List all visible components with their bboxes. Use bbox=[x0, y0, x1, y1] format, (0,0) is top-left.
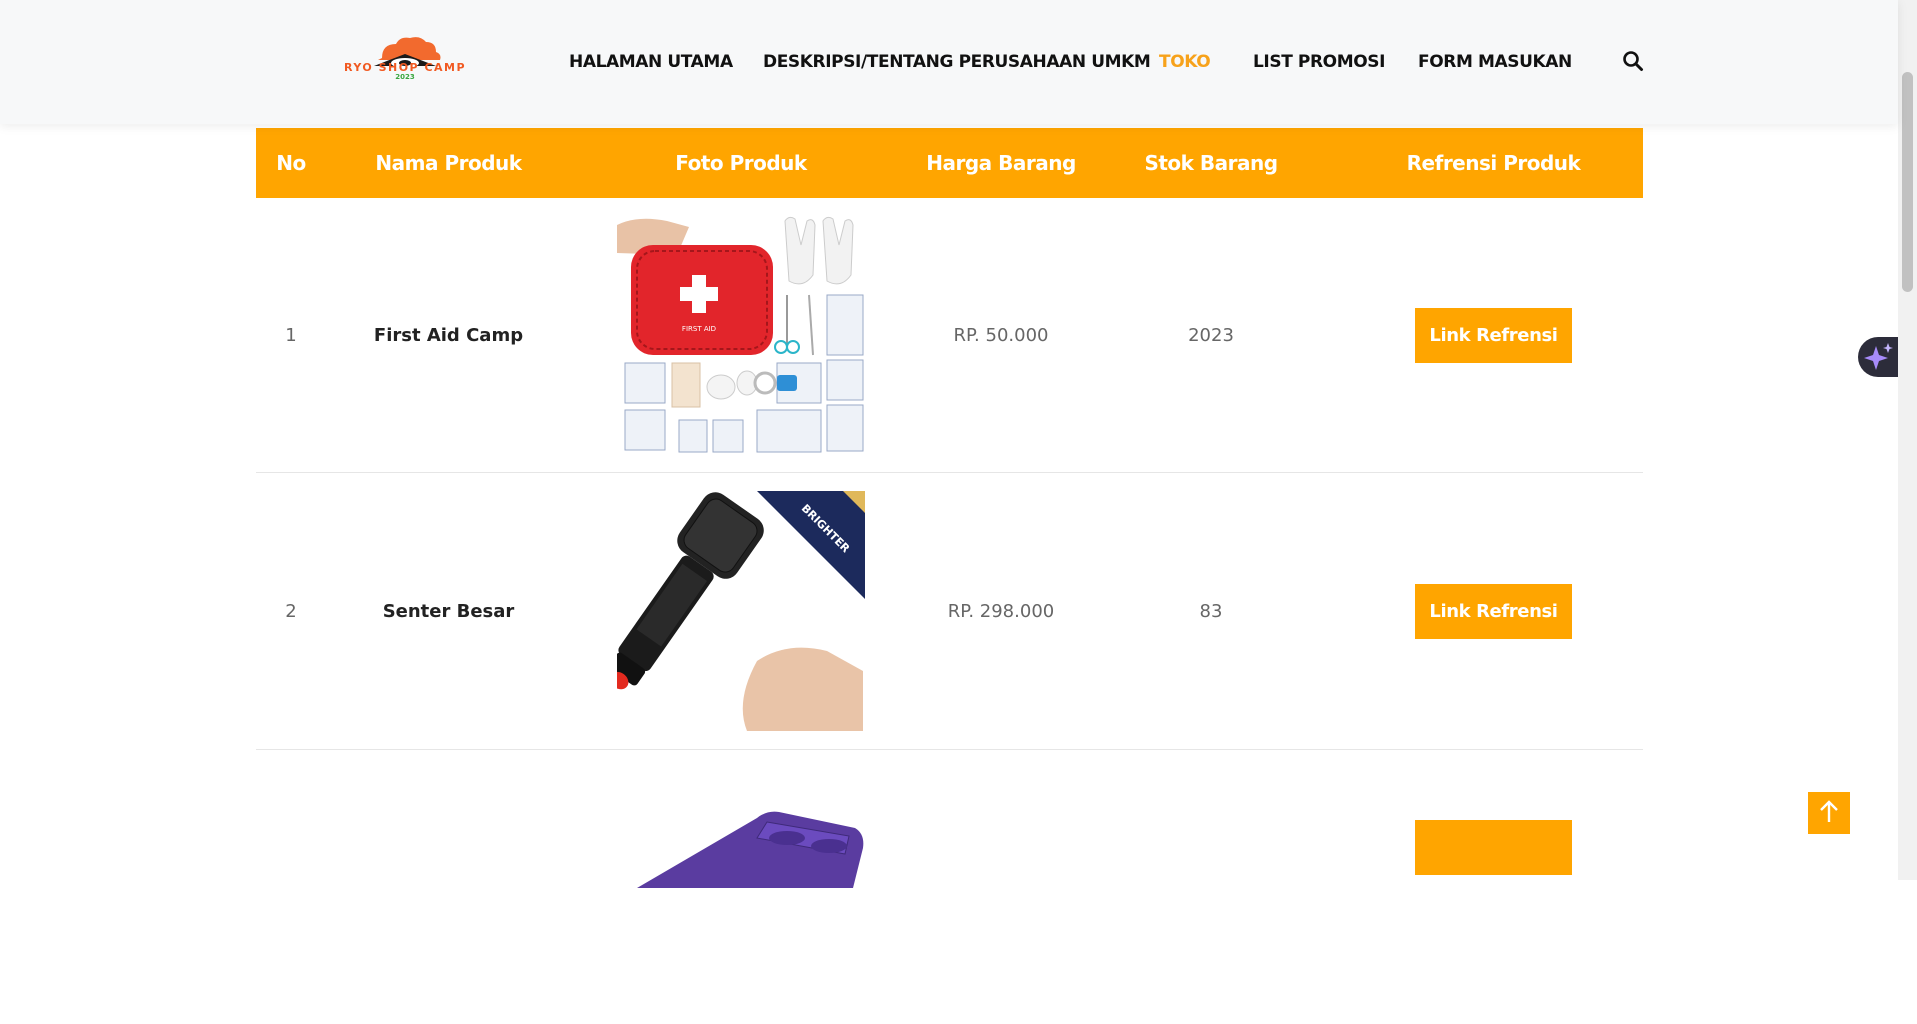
table-row: 2 Senter Besar BRIGHTER RP. 298.000 83 L… bbox=[256, 473, 1643, 750]
nav-halaman-utama[interactable]: HALAMAN UTAMA bbox=[569, 50, 733, 74]
col-nama-produk: Nama Produk bbox=[375, 151, 522, 175]
cell-price: RP. 50.000 bbox=[953, 324, 1049, 346]
col-refrensi-produk: Refrensi Produk bbox=[1406, 151, 1581, 175]
logo-year: 2023 bbox=[395, 73, 415, 81]
cell-photo: BRIGHTER bbox=[616, 473, 866, 749]
site-header: RYO SHOP CAMP 2023 HALAMAN UTAMA DESKRIP… bbox=[0, 0, 1898, 124]
cell-price: RP. 298.000 bbox=[947, 600, 1055, 622]
cell-no: 1 bbox=[285, 324, 297, 346]
scrollbar-thumb[interactable] bbox=[1902, 72, 1913, 292]
cell-photo: FIRST AID bbox=[616, 198, 866, 472]
first-aid-kit-photo: FIRST AID bbox=[617, 215, 865, 455]
sleeping-pad-photo bbox=[617, 788, 865, 888]
back-to-top-button[interactable] bbox=[1808, 792, 1850, 834]
col-stok-barang: Stok Barang bbox=[1144, 151, 1278, 175]
search-icon[interactable] bbox=[1622, 50, 1644, 72]
arrow-up-icon bbox=[1820, 800, 1838, 822]
cell-no: 2 bbox=[285, 600, 297, 622]
cell-product-name: Senter Besar bbox=[382, 600, 515, 622]
link-refrensi-button[interactable] bbox=[1415, 820, 1572, 875]
cell-stock: 2023 bbox=[1188, 324, 1234, 346]
col-foto-produk: Foto Produk bbox=[675, 151, 807, 175]
nav-deskripsi[interactable]: DESKRIPSI/TENTANG PERUSAHAAN UMKM bbox=[763, 50, 1151, 74]
col-harga-barang: Harga Barang bbox=[926, 151, 1076, 175]
cell-stock: 83 bbox=[1199, 600, 1223, 622]
product-table: No Nama Produk Foto Produk Harga Barang … bbox=[256, 128, 1643, 1024]
nav-toko[interactable]: TOKO bbox=[1159, 50, 1211, 74]
cell-photo bbox=[616, 750, 866, 888]
cell-product-name: First Aid Camp bbox=[373, 324, 524, 346]
cell-reference: Link Refrensi bbox=[1376, 198, 1611, 472]
link-refrensi-button[interactable]: Link Refrensi bbox=[1415, 583, 1572, 639]
assistant-float-button[interactable] bbox=[1858, 337, 1900, 377]
page-scrollbar[interactable] bbox=[1898, 0, 1917, 880]
nav-list-promosi[interactable]: LIST PROMOSI bbox=[1253, 50, 1385, 74]
cell-reference bbox=[1376, 750, 1611, 875]
nav-form-masukan[interactable]: FORM MASUKAN bbox=[1418, 50, 1572, 74]
link-refrensi-button[interactable]: Link Refrensi bbox=[1415, 307, 1572, 363]
table-row bbox=[256, 750, 1643, 1024]
col-no: No bbox=[276, 151, 306, 175]
flashlight-photo: BRIGHTER bbox=[617, 491, 865, 731]
site-logo[interactable]: RYO SHOP CAMP 2023 bbox=[312, 36, 498, 84]
table-row: 1 First Aid Camp FIRST AID RP. 50.000 20… bbox=[256, 198, 1643, 473]
cell-reference: Link Refrensi bbox=[1376, 473, 1611, 749]
table-header: No Nama Produk Foto Produk Harga Barang … bbox=[256, 128, 1643, 198]
sparkle-icon bbox=[1864, 343, 1893, 370]
svg-text:FIRST AID: FIRST AID bbox=[682, 325, 716, 333]
